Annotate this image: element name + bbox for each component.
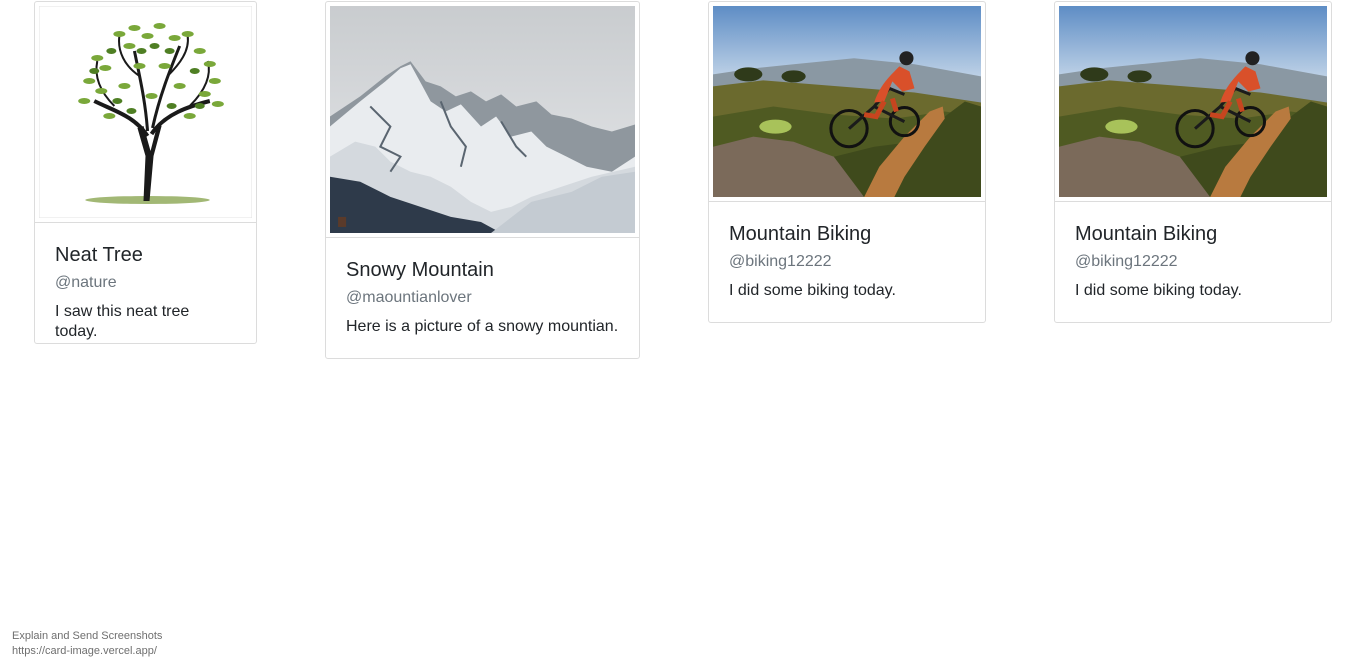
- card-image-frame: [1055, 2, 1331, 202]
- card-handle: @biking12222: [1075, 253, 1178, 270]
- card-image-frame: [709, 2, 985, 202]
- card-title: Mountain Biking: [1075, 223, 1218, 245]
- card-title: Mountain Biking: [729, 223, 872, 245]
- card-text: Here is a picture of a snowy mountian.: [346, 318, 619, 335]
- screenshot-extension-label[interactable]: Explain and Send Screenshots: [12, 629, 162, 643]
- card-body: Snowy Mountain @maountianlover Here is a…: [326, 258, 639, 337]
- page-url-label: https://card-image.vercel.app/: [12, 645, 157, 657]
- card-title: Snowy Mountain: [346, 259, 494, 281]
- snowy-mountain-image: [330, 6, 635, 233]
- card-snowy-mountain: Snowy Mountain @maountianlover Here is a…: [325, 1, 640, 359]
- card-text: I did some biking today.: [729, 282, 896, 299]
- mountain-biker-image: [713, 6, 981, 197]
- card-body: Mountain Biking @biking12222 I did some …: [1055, 222, 1331, 301]
- card-body: Mountain Biking @biking12222 I did some …: [709, 222, 985, 301]
- mountain-biker-image: [1059, 6, 1327, 197]
- card-mountain-biking-2: Mountain Biking @biking12222 I did some …: [1054, 1, 1332, 323]
- card-mountain-biking-1: Mountain Biking @biking12222 I did some …: [708, 1, 986, 323]
- card-neat-tree: Neat Tree @nature I saw this neat tree t…: [34, 1, 257, 344]
- page: Neat Tree @nature I saw this neat tree t…: [0, 0, 1366, 669]
- card-image-frame: [35, 2, 256, 223]
- card-handle: @biking12222: [729, 253, 832, 270]
- tree-image: [39, 6, 252, 218]
- card-title: Neat Tree: [55, 244, 143, 266]
- card-text: I did some biking today.: [1075, 282, 1242, 299]
- card-handle: @maountianlover: [346, 289, 472, 306]
- card-text: I saw this neat tree today.: [55, 303, 190, 340]
- card-body: Neat Tree @nature I saw this neat tree t…: [35, 243, 256, 342]
- card-image-frame: [326, 2, 639, 238]
- card-handle: @nature: [55, 274, 117, 291]
